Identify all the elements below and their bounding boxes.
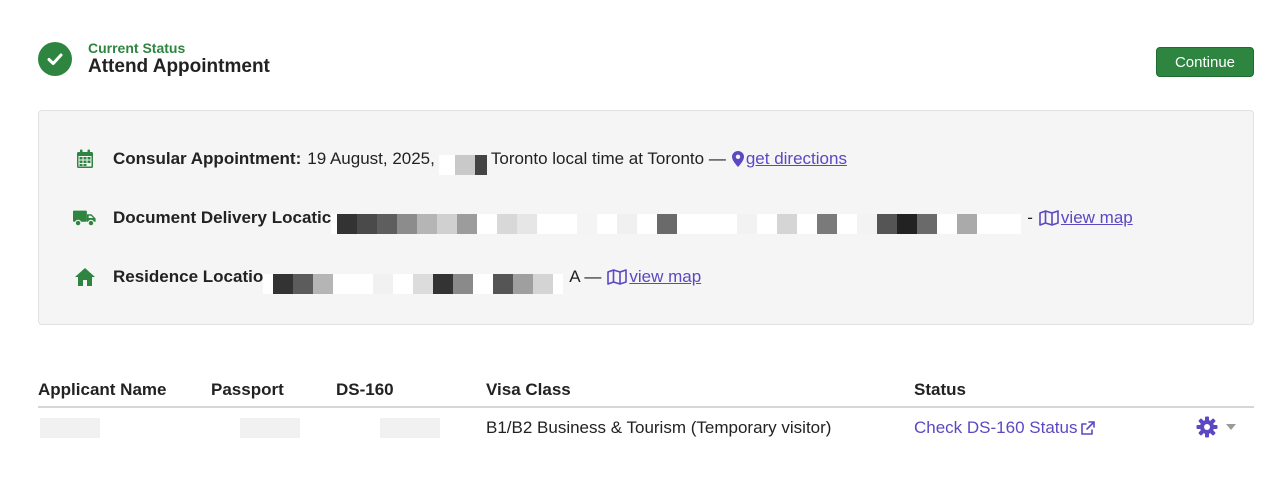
residence-location-label: Residence Locatio [113,267,264,286]
status-kicker: Current Status [88,40,186,56]
calendar-icon [73,147,97,171]
redacted-time [438,155,487,175]
delivery-suffix: - [1027,208,1033,227]
caret-down-icon [1226,424,1236,430]
document-delivery-label: Document Delivery Locatic [113,208,332,227]
map-icon [607,269,628,285]
consular-appointment-row: Consular Appointment: 19 August, 2025, T… [73,147,847,175]
consular-appointment-location: Toronto local time at Toronto — [490,149,726,168]
column-status: Status [914,380,966,399]
residence-suffix: A — [569,267,602,286]
home-icon [73,265,97,289]
appointment-panel: Consular Appointment: 19 August, 2025, T… [38,110,1254,325]
delivery-view-map-link[interactable]: view map [1039,208,1133,228]
map-pin-icon [731,151,744,167]
gear-icon [1196,416,1218,438]
external-link-icon [1081,421,1096,435]
check-ds160-status-label: Check DS-160 Status [914,418,1078,437]
column-ds160: DS-160 [336,380,394,399]
continue-button[interactable]: Continue [1156,47,1254,77]
check-circle-icon [38,42,72,76]
get-directions-link[interactable]: get directions [731,149,847,169]
residence-view-map-label: view map [629,267,702,286]
page-title: Attend Appointment [88,56,270,77]
current-status-header: Current Status Attend Appointment [38,40,270,78]
map-icon [1039,210,1059,226]
column-passport: Passport [211,380,284,399]
check-ds160-status-link[interactable]: Check DS-160 Status [914,418,1097,438]
table-row: B1/B2 Business & Tourism (Temporary visi… [38,416,1254,442]
column-visa-class: Visa Class [486,380,571,399]
applicant-name-cell [40,418,100,443]
residence-location-row: Residence Locatio A — view map [73,265,701,294]
ds160-cell [380,418,440,443]
truck-icon [73,206,97,230]
column-applicant-name: Applicant Name [38,380,167,399]
residence-view-map-link[interactable]: view map [607,267,701,287]
consular-appointment-date: 19 August, 2025, [307,149,435,168]
get-directions-label: get directions [745,149,847,168]
consular-appointment-label: Consular Appointment: [113,149,302,168]
applicants-table-header: Applicant Name Passport DS-160 Visa Clas… [38,380,1254,408]
visa-class-cell: B1/B2 Business & Tourism (Temporary visi… [486,418,832,437]
document-delivery-row: Document Delivery Locatic - view map [73,206,1133,234]
row-actions-menu[interactable] [1196,416,1236,438]
delivery-view-map-label: view map [1060,208,1133,227]
redacted-residence-address [263,274,564,294]
redacted-delivery-address [331,214,1022,234]
passport-cell [240,418,300,443]
